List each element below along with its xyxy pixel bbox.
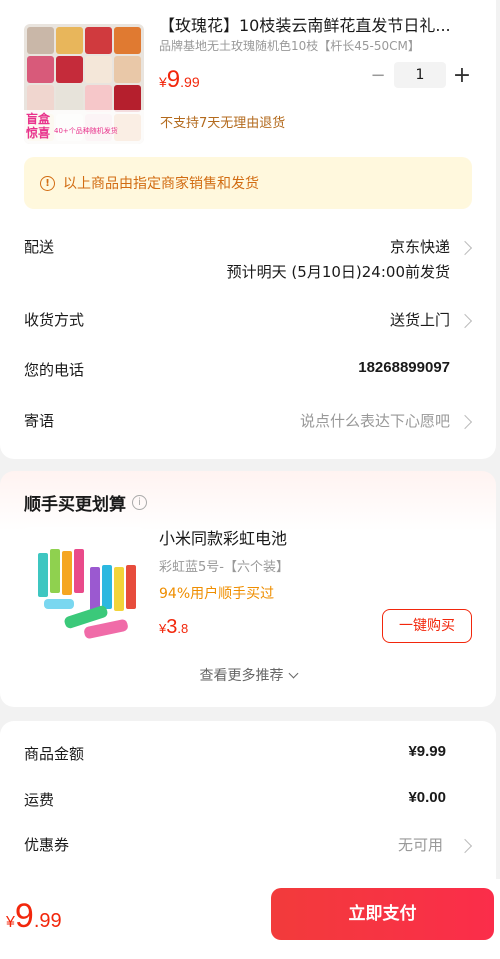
recommend-card: 顺手买更划算 i 小米同款彩虹电池 彩虹蓝5号-【六个装】 94%用户顺手买过 …	[0, 471, 496, 707]
message-chevron-right-icon[interactable]	[457, 414, 473, 430]
total-price: ¥9.99	[6, 897, 62, 936]
battery-icon	[38, 549, 136, 639]
total-currency: ¥	[6, 914, 15, 931]
shipping-label: 运费	[24, 791, 55, 809]
recommend-item-spec: 彩虹蓝5号-【六个装】	[159, 560, 289, 575]
pay-now-button[interactable]: 立即支付	[271, 888, 494, 940]
price-currency: ¥	[159, 74, 167, 90]
receive-method-label: 收货方式	[24, 311, 85, 329]
recommend-item-name[interactable]: 小米同款彩虹电池	[159, 525, 287, 549]
delivery-label: 配送	[24, 238, 55, 256]
chevron-down-icon	[288, 668, 298, 679]
price-integer: 9	[166, 66, 181, 93]
delivery-chevron-right-icon[interactable]	[457, 240, 473, 256]
blind-box-tag: 盲盒惊喜 40+个品种随机发货	[24, 110, 144, 144]
recommend-title: 顺手买更划算 i	[24, 490, 147, 515]
quantity-stepper: − 1 +	[366, 62, 474, 88]
phone-value[interactable]: 18268899097	[358, 359, 450, 376]
goods-amount-label: 商品金额	[24, 745, 85, 763]
battery-image[interactable]	[24, 527, 144, 647]
more-recommendations-link[interactable]: 查看更多推荐	[0, 665, 496, 685]
total-decimal: .99	[33, 910, 62, 932]
goods-amount-value: ¥9.99	[408, 743, 446, 760]
checkout-bar: ¥9.99 立即支付	[0, 879, 500, 959]
info-icon[interactable]: i	[132, 495, 147, 510]
total-integer: 9	[14, 897, 34, 935]
product-image[interactable]: 盲盒惊喜 40+个品种随机发货	[24, 24, 144, 144]
blind-box-tag-text: 盲盒惊喜	[26, 112, 51, 140]
receive-method-value[interactable]: 送货上门	[390, 309, 450, 330]
more-recommendations-label: 查看更多推荐	[199, 668, 284, 684]
recommend-item-price: ¥3.8	[159, 616, 188, 639]
recommend-title-text: 顺手买更划算	[24, 495, 126, 515]
no-refund-notice: 不支持7天无理由退货	[160, 116, 286, 131]
message-input[interactable]: 说点什么表达下心愿吧	[300, 410, 450, 431]
shipping-value: ¥0.00	[408, 789, 446, 806]
coupon-label: 优惠券	[24, 836, 70, 854]
increase-button[interactable]: +	[450, 63, 474, 88]
product-price: ¥9.99	[159, 66, 200, 94]
reco-price-integer: 3	[166, 616, 178, 638]
delivery-eta: 预计明天 (5月10日)24:00前发货	[226, 263, 450, 281]
product-title[interactable]: 【玫瑰花】10枝装云南鲜花直发节日礼...	[159, 12, 469, 36]
merchant-notice: ! 以上商品由指定商家销售和发货	[24, 157, 472, 209]
delivery-carrier[interactable]: 京东快递	[390, 236, 450, 257]
reco-price-decimal: .8	[177, 621, 189, 636]
message-label: 寄语	[24, 412, 55, 430]
coupon-chevron-right-icon[interactable]	[457, 838, 473, 854]
merchant-notice-text: 以上商品由指定商家销售和发货	[63, 176, 259, 192]
phone-label: 您的电话	[24, 361, 85, 379]
one-click-buy-button[interactable]: 一键购买	[382, 609, 472, 643]
price-decimal: .99	[180, 74, 200, 90]
recommend-item-stat: 94%用户顺手买过	[159, 586, 275, 602]
decrease-button[interactable]: −	[366, 65, 390, 86]
coupon-value[interactable]: 无可用	[398, 834, 443, 855]
product-spec: 品牌基地无土玫瑰随机色10枝【杆长45-50CM】	[159, 39, 420, 53]
info-icon: !	[40, 175, 55, 191]
product-card: 盲盒惊喜 40+个品种随机发货 【玫瑰花】10枝装云南鲜花直发节日礼... 品牌…	[0, 0, 496, 459]
receive-chevron-right-icon[interactable]	[457, 313, 473, 329]
blind-box-tag-sub: 40+个品种随机发货	[54, 127, 118, 135]
quantity-input[interactable]: 1	[394, 62, 446, 88]
